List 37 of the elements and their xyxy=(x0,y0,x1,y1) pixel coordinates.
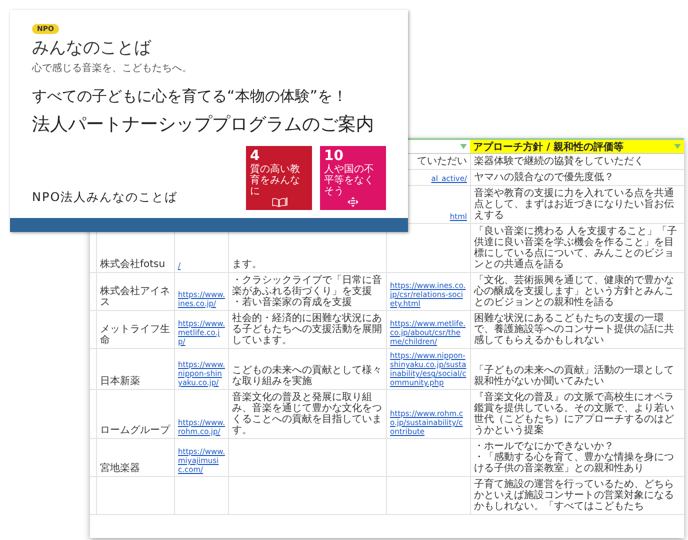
goal-number: 4 xyxy=(250,149,260,164)
goal-number: 10 xyxy=(324,149,344,164)
organization-name: NPO法人みんなのことば xyxy=(32,189,178,206)
slide-subtitle: すべての子どもに心を育てる“本物の体験”を！ xyxy=(32,87,348,106)
cell-text: ヤマハの競合なので優先度低？ xyxy=(474,172,614,183)
filter-icon[interactable] xyxy=(460,144,467,149)
cell-text: 「良い音楽に携わる 人を支援すること」「子供達に良い音楽を学ぶ機会を作ること」を目標にしている点について、みんことのビジョンとの共通点を語る xyxy=(474,226,678,270)
slide-title: 法人パートナーシッププログラムのご案内 xyxy=(32,113,374,136)
cell-text: 困難な状況にあるこどもたちの支援の一環で、養護施設等へのコンサート提供の話に共感してもらえるかもしれない xyxy=(474,313,675,346)
cell-text: 「子どもの未来への貢献」活動の一環として親和性がないか聞いてみたい xyxy=(474,365,675,387)
goal-label: 質の高い教育をみんなに xyxy=(250,164,301,197)
cell-text: 株式会社fotsu xyxy=(100,259,166,270)
cell-text: ・クラシックライブで「日常に音楽があふれる街づくり」を支援 xyxy=(232,275,383,297)
cell-text: 音楽や教育の支援に力を入れている点を共通点として、まずはお近づきになりたい旨お伝えする xyxy=(474,188,675,221)
cell-text: 社会的・経済的に困難な状況にある子どもたちへの支援活動を展開しています。 xyxy=(232,313,383,346)
cell-text: ・若い音楽家の育成を支援 xyxy=(232,297,353,308)
cell-text: 楽器体験で継続の協賛をしていただく xyxy=(474,156,644,167)
cell-text: 『音楽文化の普及』の文脈で高校生にオペラ鑑賞を提供している。その文脈で、より若い世代（こどもたち）にアプローチするのはどうかという提案 xyxy=(474,392,675,436)
cell-text: こどもの未来への貢献として様々な取り組みを実施 xyxy=(232,365,383,387)
cell-text: 音楽文化の普及と発展に取り組み、音楽を通じて豊かな文化をつくることへの貢献を目指しています。 xyxy=(232,392,383,436)
cell-text: 「文化、芸術振興を通じて、健康的で豊かな心の醸成を支援します」という方針とみんことのビジョンとの親和性を語る xyxy=(474,275,675,308)
cell-text: 子育て施設の運営を行っているため、どちらかといえば施設コンサートの営業対象になるかもしれない。「すべてはこどもたち xyxy=(474,479,675,512)
cell-text: メットライフ生命 xyxy=(100,324,171,346)
cell-text: 宮地楽器 xyxy=(100,463,140,474)
cell-text: ・「感動する心を育て、豊かな情操を身につける子供の音楽教室」との親和性あり xyxy=(474,452,675,474)
cell-text: 日本新薬 xyxy=(100,376,140,387)
header-label: アプローチ方針 / 親和性の評価等 xyxy=(473,140,624,154)
cell-text: ・ホールでなにかできないか？ xyxy=(474,441,614,452)
cell-text: 株式会社アイネス xyxy=(100,286,171,308)
goal-label: 人や国の不平等をなくそう xyxy=(324,164,375,197)
cell-text: ロームグループ xyxy=(100,425,170,436)
cell-text: ていただい xyxy=(417,156,467,167)
tagline: 心で感じる音楽を、こどもたちへ。 xyxy=(32,62,192,75)
column-header[interactable]: アプローチ方針 / 親和性の評価等 xyxy=(470,138,684,154)
cell-text: ます。 xyxy=(232,259,262,270)
filter-icon[interactable] xyxy=(674,144,681,149)
logo-title: みんなのことば xyxy=(32,37,151,59)
